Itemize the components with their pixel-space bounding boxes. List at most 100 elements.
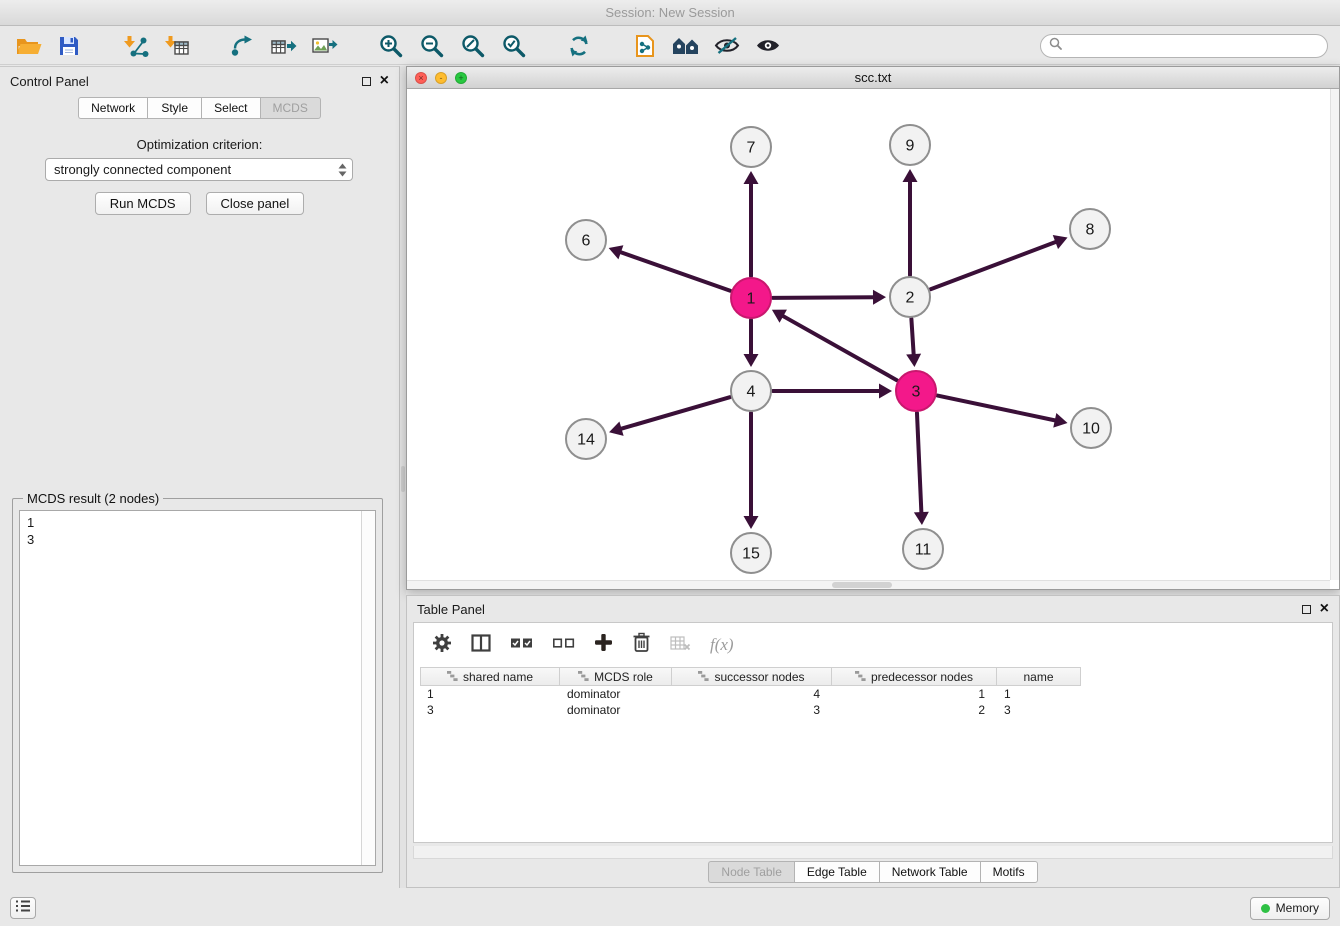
tab-motifs[interactable]: Motifs bbox=[980, 861, 1038, 883]
splitter-handle[interactable] bbox=[401, 466, 405, 492]
hide-details-button[interactable] bbox=[711, 30, 743, 62]
table-row[interactable]: 3 dominator 3 2 3 bbox=[420, 702, 1081, 718]
export-image-button[interactable] bbox=[308, 30, 340, 62]
maximize-window-icon[interactable]: + bbox=[455, 72, 467, 84]
column-header-mcds-role[interactable]: MCDS role bbox=[560, 667, 672, 686]
column-header-name[interactable]: name bbox=[997, 667, 1081, 686]
cell-predecessor-nodes[interactable]: 1 bbox=[832, 686, 997, 702]
save-session-button[interactable] bbox=[53, 30, 85, 62]
column-header-successor-nodes[interactable]: successor nodes bbox=[672, 667, 832, 686]
zoom-out-button[interactable] bbox=[415, 30, 447, 62]
result-scrollbar[interactable] bbox=[361, 511, 375, 865]
close-table-panel-icon[interactable]: × bbox=[1320, 604, 1329, 614]
network-window-titlebar[interactable]: × - + scc.txt bbox=[407, 67, 1339, 89]
close-window-icon[interactable]: × bbox=[415, 72, 427, 84]
tab-mcds[interactable]: MCDS bbox=[260, 97, 321, 119]
graph-node-9[interactable]: 9 bbox=[890, 125, 930, 165]
cell-mcds-role[interactable]: dominator bbox=[560, 702, 672, 718]
graph-node-4[interactable]: 4 bbox=[731, 371, 771, 411]
cell-shared-name[interactable]: 3 bbox=[420, 702, 560, 718]
graph-edge-3-1[interactable] bbox=[781, 315, 896, 380]
cell-predecessor-nodes[interactable]: 2 bbox=[832, 702, 997, 718]
zoom-out-icon bbox=[419, 33, 444, 58]
graph-node-11[interactable]: 11 bbox=[903, 529, 943, 569]
tab-network[interactable]: Network bbox=[78, 97, 147, 119]
cell-name[interactable]: 3 bbox=[997, 702, 1081, 718]
export-network-button[interactable] bbox=[226, 30, 258, 62]
mcds-result-box[interactable]: 1 3 bbox=[19, 510, 376, 866]
select-stepper-icon bbox=[337, 162, 352, 178]
graph-node-3[interactable]: 3 bbox=[896, 371, 936, 411]
function-builder-button[interactable]: f(x) bbox=[710, 635, 734, 655]
graph-edge-arrow-2-3 bbox=[906, 354, 921, 367]
tab-edge-table[interactable]: Edge Table bbox=[794, 861, 879, 883]
task-history-button[interactable] bbox=[10, 897, 36, 919]
zoom-in-button[interactable] bbox=[374, 30, 406, 62]
cell-shared-name[interactable]: 1 bbox=[420, 686, 560, 702]
graph-node-7[interactable]: 7 bbox=[731, 127, 771, 167]
graph-edge-3-11[interactable] bbox=[917, 413, 921, 514]
table-settings-button[interactable] bbox=[432, 633, 452, 658]
network-horizontal-scrollbar[interactable] bbox=[407, 580, 1330, 589]
column-label: name bbox=[1023, 670, 1053, 684]
network-vertical-scrollbar[interactable] bbox=[1330, 89, 1339, 580]
graph-edge-2-8[interactable] bbox=[931, 241, 1058, 289]
tab-network-table[interactable]: Network Table bbox=[879, 861, 980, 883]
select-all-columns-button[interactable] bbox=[510, 636, 533, 655]
show-columns-button[interactable] bbox=[471, 634, 491, 657]
zoom-selected-button[interactable] bbox=[497, 30, 529, 62]
criterion-select[interactable]: strongly connected component bbox=[45, 158, 353, 181]
home-button[interactable] bbox=[670, 30, 702, 62]
graph-node-6[interactable]: 6 bbox=[566, 220, 606, 260]
graph-node-10[interactable]: 10 bbox=[1071, 408, 1111, 448]
graph-node-8[interactable]: 8 bbox=[1070, 209, 1110, 249]
graph-node-15[interactable]: 15 bbox=[731, 533, 771, 573]
window-title: Session: New Session bbox=[605, 5, 734, 20]
graph-node-2[interactable]: 2 bbox=[890, 277, 930, 317]
search-input[interactable] bbox=[1067, 39, 1319, 53]
column-header-predecessor-nodes[interactable]: predecessor nodes bbox=[832, 667, 997, 686]
cell-name[interactable]: 1 bbox=[997, 686, 1081, 702]
network-graph[interactable]: 7 9 6 8 1 2 4 3 14 10 15 11 bbox=[407, 89, 1339, 581]
run-mcds-button[interactable]: Run MCDS bbox=[95, 192, 191, 215]
graph-node-1[interactable]: 1 bbox=[731, 278, 771, 318]
list-icon bbox=[15, 899, 31, 918]
minimize-window-icon[interactable]: - bbox=[435, 72, 447, 84]
deselect-all-columns-button[interactable] bbox=[552, 636, 575, 655]
graph-edge-4-14[interactable] bbox=[620, 397, 730, 429]
show-details-button[interactable] bbox=[752, 30, 784, 62]
float-panel-icon[interactable] bbox=[362, 77, 371, 86]
cell-mcds-role[interactable]: dominator bbox=[560, 686, 672, 702]
memory-button[interactable]: Memory bbox=[1250, 897, 1330, 920]
zoom-fit-button[interactable] bbox=[456, 30, 488, 62]
graph-edge-3-10[interactable] bbox=[938, 396, 1057, 421]
tab-select[interactable]: Select bbox=[201, 97, 259, 119]
delete-rows-button[interactable] bbox=[632, 632, 651, 658]
tab-style[interactable]: Style bbox=[147, 97, 201, 119]
add-row-button[interactable] bbox=[594, 633, 613, 657]
fx-icon: f(x) bbox=[710, 635, 734, 655]
close-panel-icon[interactable]: × bbox=[380, 76, 389, 86]
open-session-button[interactable] bbox=[12, 30, 44, 62]
cell-successor-nodes[interactable]: 4 bbox=[672, 686, 832, 702]
graph-edge-2-3[interactable] bbox=[911, 319, 913, 356]
import-network-button[interactable] bbox=[119, 30, 151, 62]
network-file-button[interactable] bbox=[629, 30, 661, 62]
node-table: shared name MCDS role successor nodes pr… bbox=[420, 667, 1081, 718]
column-header-shared-name[interactable]: shared name bbox=[420, 667, 560, 686]
graph-node-label: 1 bbox=[747, 291, 756, 308]
graph-edge-1-2[interactable] bbox=[773, 297, 875, 298]
refresh-view-button[interactable] bbox=[563, 30, 595, 62]
cell-successor-nodes[interactable]: 3 bbox=[672, 702, 832, 718]
table-row[interactable]: 1 dominator 4 1 1 bbox=[420, 686, 1081, 702]
float-table-panel-icon[interactable] bbox=[1302, 605, 1311, 614]
delete-table-button[interactable] bbox=[670, 635, 691, 656]
close-panel-button[interactable]: Close panel bbox=[206, 192, 305, 215]
search-field[interactable] bbox=[1040, 34, 1328, 58]
graph-node-14[interactable]: 14 bbox=[566, 419, 606, 459]
tab-node-table[interactable]: Node Table bbox=[708, 861, 794, 883]
table-horizontal-scrollbar[interactable] bbox=[413, 846, 1333, 859]
export-table-button[interactable] bbox=[267, 30, 299, 62]
graph-edge-1-6[interactable] bbox=[619, 252, 730, 291]
import-table-button[interactable] bbox=[160, 30, 192, 62]
